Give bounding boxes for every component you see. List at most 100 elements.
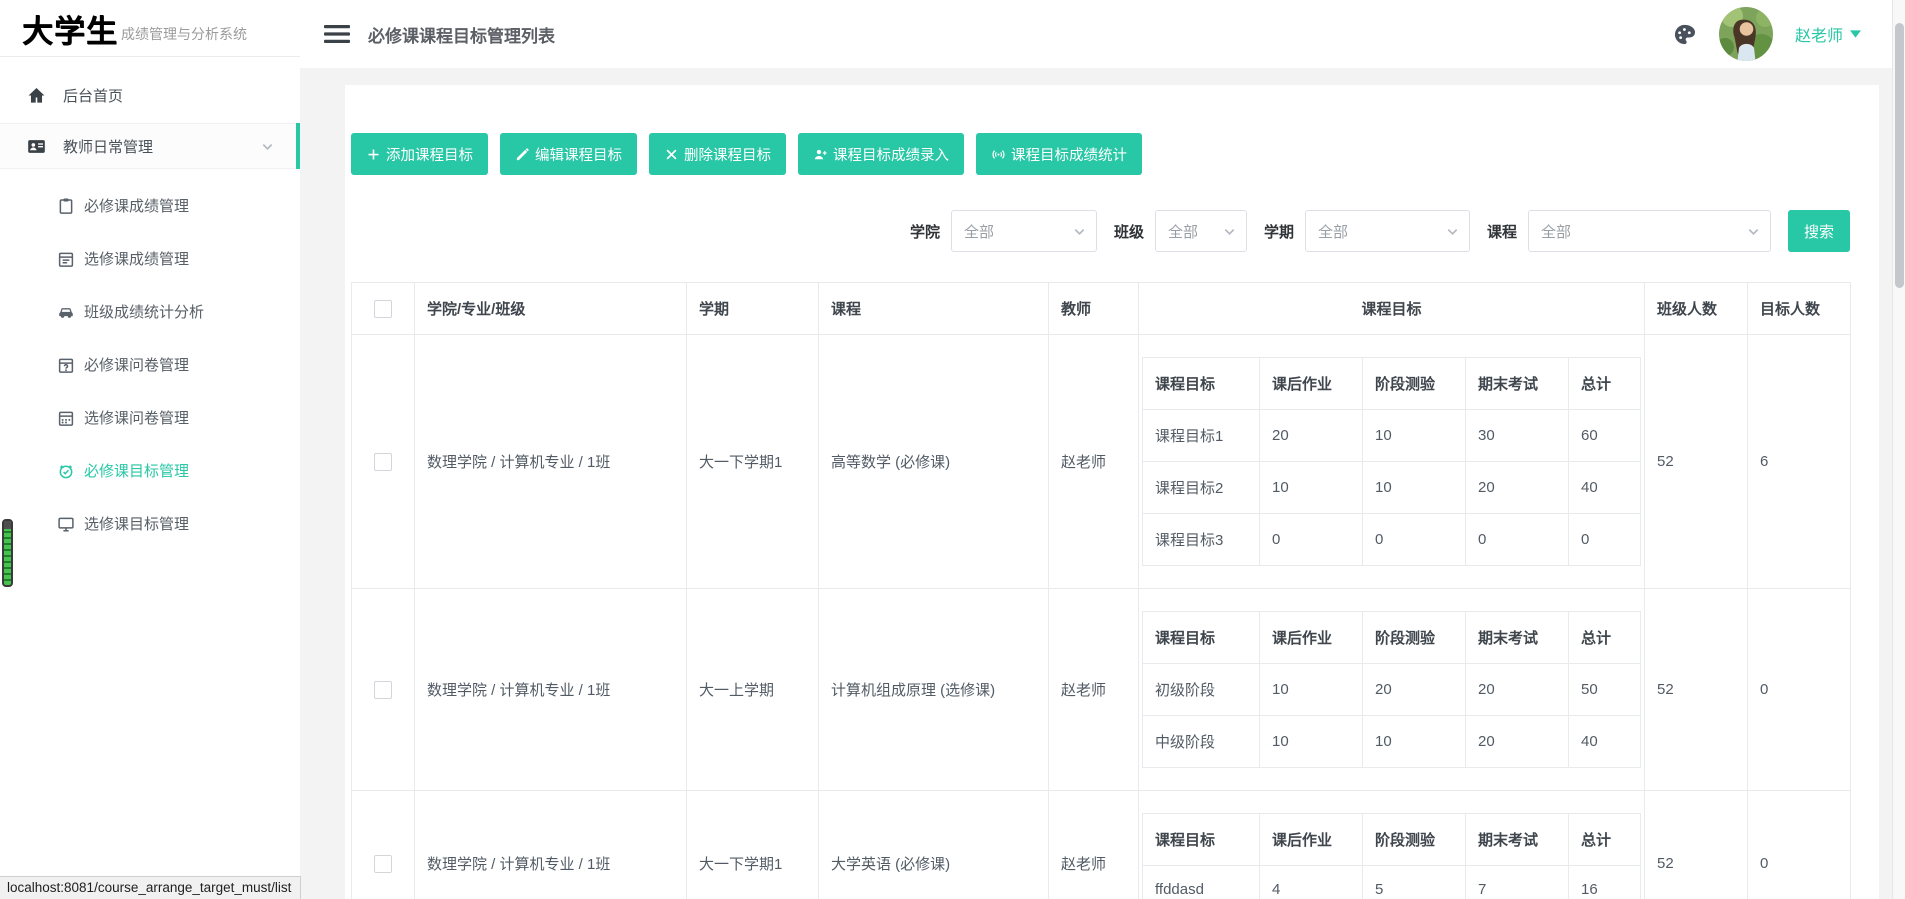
cell-teacher: 赵老师 [1048,790,1139,899]
goal-col-stage-test: 阶段测验 [1362,611,1466,664]
chevron-down-icon [1446,225,1459,238]
sidebar-submenu: 必修课成绩管理 选修课成绩管理 班级成绩统计分析 必修课问卷管理 选修课问卷管理… [0,169,300,550]
id-card-icon [27,137,46,156]
content-card: 添加课程目标 编辑课程目标 删除课程目标 课程目标成绩录入 课程目标成绩统计 学… [345,85,1879,899]
user-avatar[interactable] [1718,7,1773,61]
add-course-goal-button[interactable]: 添加课程目标 [351,133,488,175]
row-checkbox[interactable] [374,452,392,471]
cell-semester: 大一下学期1 [686,790,819,899]
delete-course-goal-button[interactable]: 删除课程目标 [649,133,786,175]
col-header-semester: 学期 [686,282,819,335]
goal-col-total: 总计 [1568,611,1641,664]
row-checkbox[interactable] [374,680,392,699]
col-header-class-size: 班级人数 [1644,282,1748,335]
col-header-course: 课程 [818,282,1049,335]
goal-score-stats-button[interactable]: 课程目标成绩统计 [976,133,1142,175]
filter-college: 学院 全部 [910,210,1097,252]
pencil-icon [515,147,530,162]
goal-table: 课程目标 课后作业 阶段测验 期末考试 总计 课程目标1 20 10 30 60 课程目… [1142,357,1641,566]
goal-table: 课程目标 课后作业 阶段测验 期末考试 总计 ffddasd 4 5 7 16 [1142,813,1641,899]
cell-course: 计算机组成原理 (选修课) [818,588,1049,791]
search-button[interactable]: 搜索 [1788,210,1850,252]
cell-semester: 大一上学期 [686,588,819,791]
cell-class: 数理学院 / 计算机专业 / 1班 [414,790,687,899]
user-name-label: 赵老师 [1794,28,1843,45]
app-logo[interactable]: 大学生 成绩管理与分析系统 [0,0,300,57]
filter-select[interactable]: 全部 [1154,210,1247,252]
goal-col-total: 总计 [1568,813,1641,866]
theme-button[interactable] [1672,22,1697,47]
table-row-2: 数理学院 / 计算机专业 / 1班 大一下学期1 大学英语 (必修课) 赵老师 … [351,790,1851,899]
cell-class: 数理学院 / 计算机专业 / 1班 [414,588,687,791]
goal-col-name: 课程目标 [1142,611,1260,664]
filter-select[interactable]: 全部 [950,210,1097,252]
cell-target-count: 0 [1747,790,1851,899]
user-plus-icon [813,147,828,162]
chevron-down-icon [261,140,274,153]
select-all-checkbox[interactable] [374,299,392,318]
goal-row: 中级阶段 10 10 20 40 [1142,715,1641,768]
chevron-down-icon [1747,225,1760,238]
cell-target-count: 6 [1747,334,1851,589]
goal-col-homework: 课后作业 [1259,357,1363,410]
app-logo-title: 大学生 [22,13,118,49]
filter-class: 班级 全部 [1114,210,1247,252]
sidebar-subitem-1[interactable]: 选修课成绩管理 [0,232,300,285]
cell-course: 大学英语 (必修课) [818,790,1049,899]
row-checkbox[interactable] [374,854,392,873]
calendar-lines-icon [57,250,75,268]
green-scroll-widget [2,519,13,587]
col-header-teacher: 教师 [1048,282,1139,335]
goal-header-row: 课程目标 课后作业 阶段测验 期末考试 总计 [1142,611,1641,664]
page-title: 必修课课程目标管理列表 [368,26,555,46]
filter-select[interactable]: 全部 [1528,210,1771,252]
table-row-0: 数理学院 / 计算机专业 / 1班 大一下学期1 高等数学 (必修课) 赵老师 … [351,334,1851,589]
course-goal-table: 学院/专业/班级 学期 课程 教师 课程目标 班级人数 目标人数 数理学院 / … [351,282,1851,899]
sidebar-item-home[interactable]: 后台首页 [0,73,300,117]
cell-class-size: 52 [1644,790,1748,899]
goal-row: 课程目标2 10 10 20 40 [1142,461,1641,514]
sidebar-subitem-5[interactable]: 必修课目标管理 [0,444,300,497]
sidebar-subitem-3[interactable]: 必修课问卷管理 [0,338,300,391]
cell-class: 数理学院 / 计算机专业 / 1班 [414,334,687,589]
goal-col-homework: 课后作业 [1259,611,1363,664]
cell-teacher: 赵老师 [1048,588,1139,791]
goal-col-name: 课程目标 [1142,813,1260,866]
cell-class-size: 52 [1644,334,1748,589]
sidebar-item-teacher-daily[interactable]: 教师日常管理 [0,123,300,169]
page-scrollbar[interactable] [1892,0,1905,899]
goal-table: 课程目标 课后作业 阶段测验 期末考试 总计 初级阶段 10 20 20 50 中级阶段… [1142,611,1641,768]
goal-header-row: 课程目标 课后作业 阶段测验 期末考试 总计 [1142,357,1641,410]
table-header-row: 学院/专业/班级 学期 课程 教师 课程目标 班级人数 目标人数 [351,282,1851,335]
goal-col-final-exam: 期末考试 [1465,611,1569,664]
col-header-goals: 课程目标 [1138,282,1645,335]
goal-col-stage-test: 阶段测验 [1362,357,1466,410]
plus-icon [366,147,381,162]
main-content: 添加课程目标 编辑课程目标 删除课程目标 课程目标成绩录入 课程目标成绩统计 学… [300,68,1905,899]
goal-score-entry-button[interactable]: 课程目标成绩录入 [798,133,964,175]
sidebar-toggle-button[interactable] [324,24,350,44]
cell-goals: 课程目标 课后作业 阶段测验 期末考试 总计 ffddasd 4 5 7 16 [1138,790,1645,899]
sidebar-subitem-0[interactable]: 必修课成绩管理 [0,179,300,232]
goal-col-stage-test: 阶段测验 [1362,813,1466,866]
goal-row: ffddasd 4 5 7 16 [1142,865,1641,899]
user-menu[interactable]: 赵老师 [1795,22,1861,46]
cell-goals: 课程目标 课后作业 阶段测验 期末考试 总计 初级阶段 10 20 20 50 中级阶段… [1138,588,1645,791]
filter-select[interactable]: 全部 [1304,210,1470,252]
sidebar-subitem-6[interactable]: 选修课目标管理 [0,497,300,550]
goal-col-total: 总计 [1568,357,1641,410]
cell-teacher: 赵老师 [1048,334,1139,589]
calendar-question-icon [57,356,75,374]
calendar-dots-icon [57,409,75,427]
home-icon [27,86,46,105]
sidebar-subitem-2[interactable]: 班级成绩统计分析 [0,285,300,338]
cell-goals: 课程目标 课后作业 阶段测验 期末考试 总计 课程目标1 20 10 30 60 课程目… [1138,334,1645,589]
cell-course: 高等数学 (必修课) [818,334,1049,589]
goal-col-name: 课程目标 [1142,357,1260,410]
sidebar-subitem-4[interactable]: 选修课问卷管理 [0,391,300,444]
caret-down-icon [1850,30,1861,38]
goal-col-final-exam: 期末考试 [1465,813,1569,866]
edit-course-goal-button[interactable]: 编辑课程目标 [500,133,637,175]
table-row-1: 数理学院 / 计算机专业 / 1班 大一上学期 计算机组成原理 (选修课) 赵老… [351,588,1851,791]
page-scrollbar-thumb[interactable] [1895,23,1904,288]
